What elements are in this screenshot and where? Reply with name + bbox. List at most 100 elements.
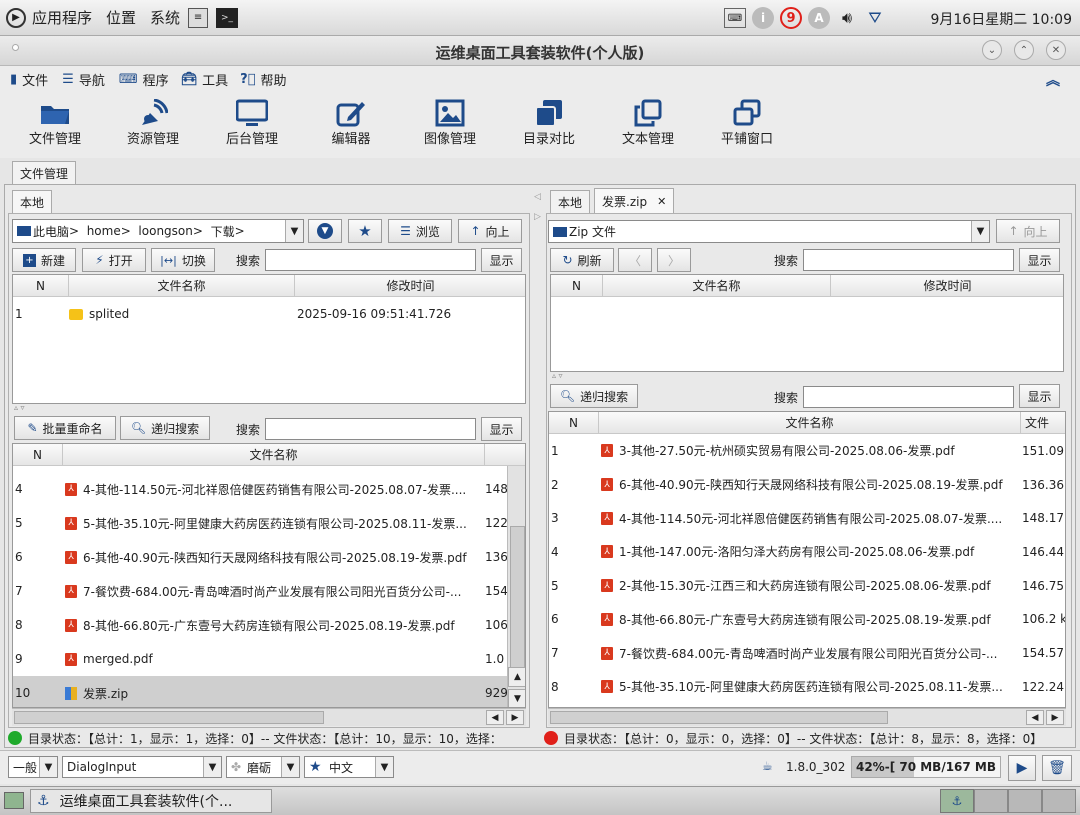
table-row[interactable]: 4 ⅄ 4-其他-114.50元-河北祥恩倍健医药销售有限公司-2025.08.07… [13,472,508,506]
right-search-input-2[interactable] [803,386,1014,408]
table-row[interactable]: 6 ⅄ 8-其他-66.80元-广东壹号大药房连锁有限公司-2025.08.19-发… [549,603,1065,637]
system-menu[interactable]: 系统 [150,7,180,28]
right-tab-local[interactable]: 本地 [550,190,591,214]
workspace-4[interactable] [1042,789,1076,813]
menu-program[interactable]: ⌨ 程序 [119,70,169,89]
splitter-handle[interactable]: ▵ ▿ [14,403,25,412]
chevron-down-icon[interactable]: ▼ [285,220,303,242]
table-row[interactable]: 8 ⅄ 5-其他-35.10元-阿里健康大药房医药连锁有限公司-2025.08.11… [549,670,1065,704]
right-up-button[interactable]: ↑ 向上 [996,219,1060,243]
network-icon[interactable]: ⛛ [864,7,886,29]
left-show-button[interactable]: 显示 [481,248,522,272]
table-row[interactable]: 3 ⅄ 4-其他-114.50元-河北祥恩倍健医药销售有限公司-2025.08.07… [549,501,1065,535]
language-select[interactable]: ★ 中文 ▼ [304,756,394,778]
distro-logo-icon[interactable]: ▶ [6,7,26,28]
workspace-1[interactable]: ⚓︎ [940,789,974,813]
window-title-bar[interactable]: 运维桌面工具套装软件(个人版) ⌄ ⌃ ✕ [0,36,1080,66]
favorite-button[interactable]: ★ [348,219,382,243]
chevron-down-icon[interactable]: ▼ [281,757,299,777]
workspace-switcher[interactable]: ⚓︎ [940,789,1076,813]
close-button[interactable]: ✕ [1046,40,1066,60]
splitter-left-arrow[interactable]: ◁ [534,192,541,202]
refresh-button[interactable]: ↻ 刷新 [550,248,614,272]
table-row[interactable]: 1 splited 2025-09-16 09:51:41.726 [13,303,525,325]
close-tab-icon[interactable]: ✕ [657,195,666,208]
col-header-name[interactable]: 文件名称 [63,444,485,466]
splitter-handle[interactable]: ▵ ▿ [552,371,563,380]
col-header-time[interactable]: 修改时间 [295,275,525,297]
col-header-n[interactable]: N [13,444,63,466]
terminal-launcher-icon[interactable]: >_ [216,7,239,28]
workspace-2[interactable] [974,789,1008,813]
table-row[interactable]: 10 发票.zip 929 [13,676,508,707]
breadcrumb-home[interactable]: home [87,224,121,238]
browse-button[interactable]: ☰ 浏览 [388,219,452,243]
info-icon[interactable]: i [752,7,774,29]
col-header-name[interactable]: 文件名称 [69,275,295,297]
toolbar-resource-manager[interactable]: 资源管理 [108,98,198,147]
trash-button[interactable]: 🗑︎ [1042,755,1072,781]
menu-file[interactable]: ▮ 文件 [10,70,48,89]
table-row[interactable]: 7 ⅄ 7-餐饮费-684.00元-青岛啤酒时尚产业发展有限公司阳光百货分公司-..… [13,574,508,608]
splitter-right-arrow[interactable]: ▷ [534,212,541,222]
right-search-input[interactable] [803,249,1014,271]
menu-nav[interactable]: ☰ 导航 [62,70,105,89]
left-tab-local[interactable]: 本地 [12,190,53,214]
scroll-up-button[interactable]: ▲ [508,667,525,687]
table-row[interactable]: 5 ⅄ 2-其他-15.30元-江西三和大药房连锁有限公司-2025.08.06-发… [549,569,1065,603]
minimize-button[interactable]: ⌄ [982,40,1002,60]
table-row[interactable]: 8 ⅄ 8-其他-66.80元-广东壹号大药房连锁有限公司-2025.08.19-发… [13,608,508,642]
left-dir-table[interactable]: N 文件名称 修改时间 1 splited 2025-09-16 09:51:4… [12,274,526,404]
scroll-left-button[interactable]: ◀ [486,710,504,725]
scroll-right-button[interactable]: ▶ [1046,710,1064,725]
left-breadcrumb[interactable]: 此电脑 > home > loongson > 下载 > ▼ [12,219,304,243]
scrollbar-thumb[interactable] [14,711,324,724]
col-header-size[interactable]: 文件 [1021,412,1065,434]
back-button[interactable]: 〈 [618,248,652,272]
taskbar-window-button[interactable]: ⚓︎ 运维桌面工具套装软件(个... [30,789,272,813]
left-search-input[interactable] [265,249,476,271]
input-method-icon[interactable]: A [808,7,830,29]
left-vertical-scrollbar[interactable]: ▲ ▼ [507,466,525,707]
scrollbar-thumb[interactable] [510,526,525,686]
table-row[interactable]: 5 ⅄ 5-其他-35.10元-阿里健康大药房医药连锁有限公司-2025.08.11… [13,506,508,540]
table-row[interactable]: 9 ⅄ merged.pdf 1.0 [13,642,507,676]
col-header-n[interactable]: N [549,412,599,434]
open-button[interactable]: ⚡︎ 打开 [82,248,146,272]
font-select[interactable]: DialogInput ▼ [62,756,222,778]
right-tab-zip[interactable]: 发票.zip ✕ [594,188,675,214]
scroll-right-button[interactable]: ▶ [506,710,524,725]
chevron-down-icon[interactable]: ▼ [39,757,57,777]
chevron-down-icon[interactable]: ▼ [203,757,221,777]
chevron-down-icon[interactable]: ▼ [971,221,989,242]
col-header-n[interactable]: N [13,275,69,297]
switch-button[interactable]: |↔| 切换 [151,248,215,272]
toolbar-tile-window[interactable]: 平铺窗口 [702,98,792,147]
notification-count-badge[interactable]: 9 [780,7,802,29]
up-button[interactable]: ↑ 向上 [458,219,522,243]
left-recursive-search-button[interactable]: 🔍︎ 递归搜索 [120,416,210,440]
maximize-button[interactable]: ⌃ [1014,40,1034,60]
scroll-down-button[interactable]: ▼ [508,689,525,707]
breadcrumb-this-pc[interactable]: 此电脑 [33,223,69,240]
apps-menu[interactable]: 应用程序 [32,7,92,28]
right-horizontal-scrollbar[interactable]: ◀ ▶ [548,708,1066,726]
table-row[interactable]: 7 ⅄ 7-餐饮费-684.00元-青岛啤酒时尚产业发展有限公司阳光百货分公司-..… [549,636,1065,670]
places-menu[interactable]: 位置 [106,7,136,28]
workspace-3[interactable] [1008,789,1042,813]
col-header-time[interactable]: 修改时间 [831,275,1063,297]
text-editor-launcher-icon[interactable]: ≡ [188,7,209,28]
right-location-combo[interactable]: Zip 文件 ▼ [548,220,990,243]
col-header-n[interactable]: N [551,275,603,297]
chevron-down-icon[interactable]: ▼ [375,757,393,777]
toolbar-editor[interactable]: 编辑器 [306,98,396,147]
left-horizontal-scrollbar[interactable]: ◀ ▶ [12,708,526,726]
table-row[interactable]: 2 ⅄ 6-其他-40.90元-陕西知行天晟网络科技有限公司-2025.08.19-… [549,468,1065,502]
toolbar-image-manager[interactable]: 图像管理 [405,98,495,147]
memory-meter[interactable]: 42%-[ 70 MB/167 MB ] [851,756,1001,778]
batch-rename-button[interactable]: ✎ 批量重命名 [14,416,116,440]
menu-tools[interactable]: 🧰︎ 工具 [181,70,229,89]
forward-button[interactable]: 〉 [657,248,691,272]
right-file-table[interactable]: N 文件名称 文件 1 ⅄ 3-其他-27.50元-杭州硕实贸易有限公司-2025.… [548,411,1066,708]
menu-help[interactable]: ?⃝ 帮助 [240,70,286,89]
